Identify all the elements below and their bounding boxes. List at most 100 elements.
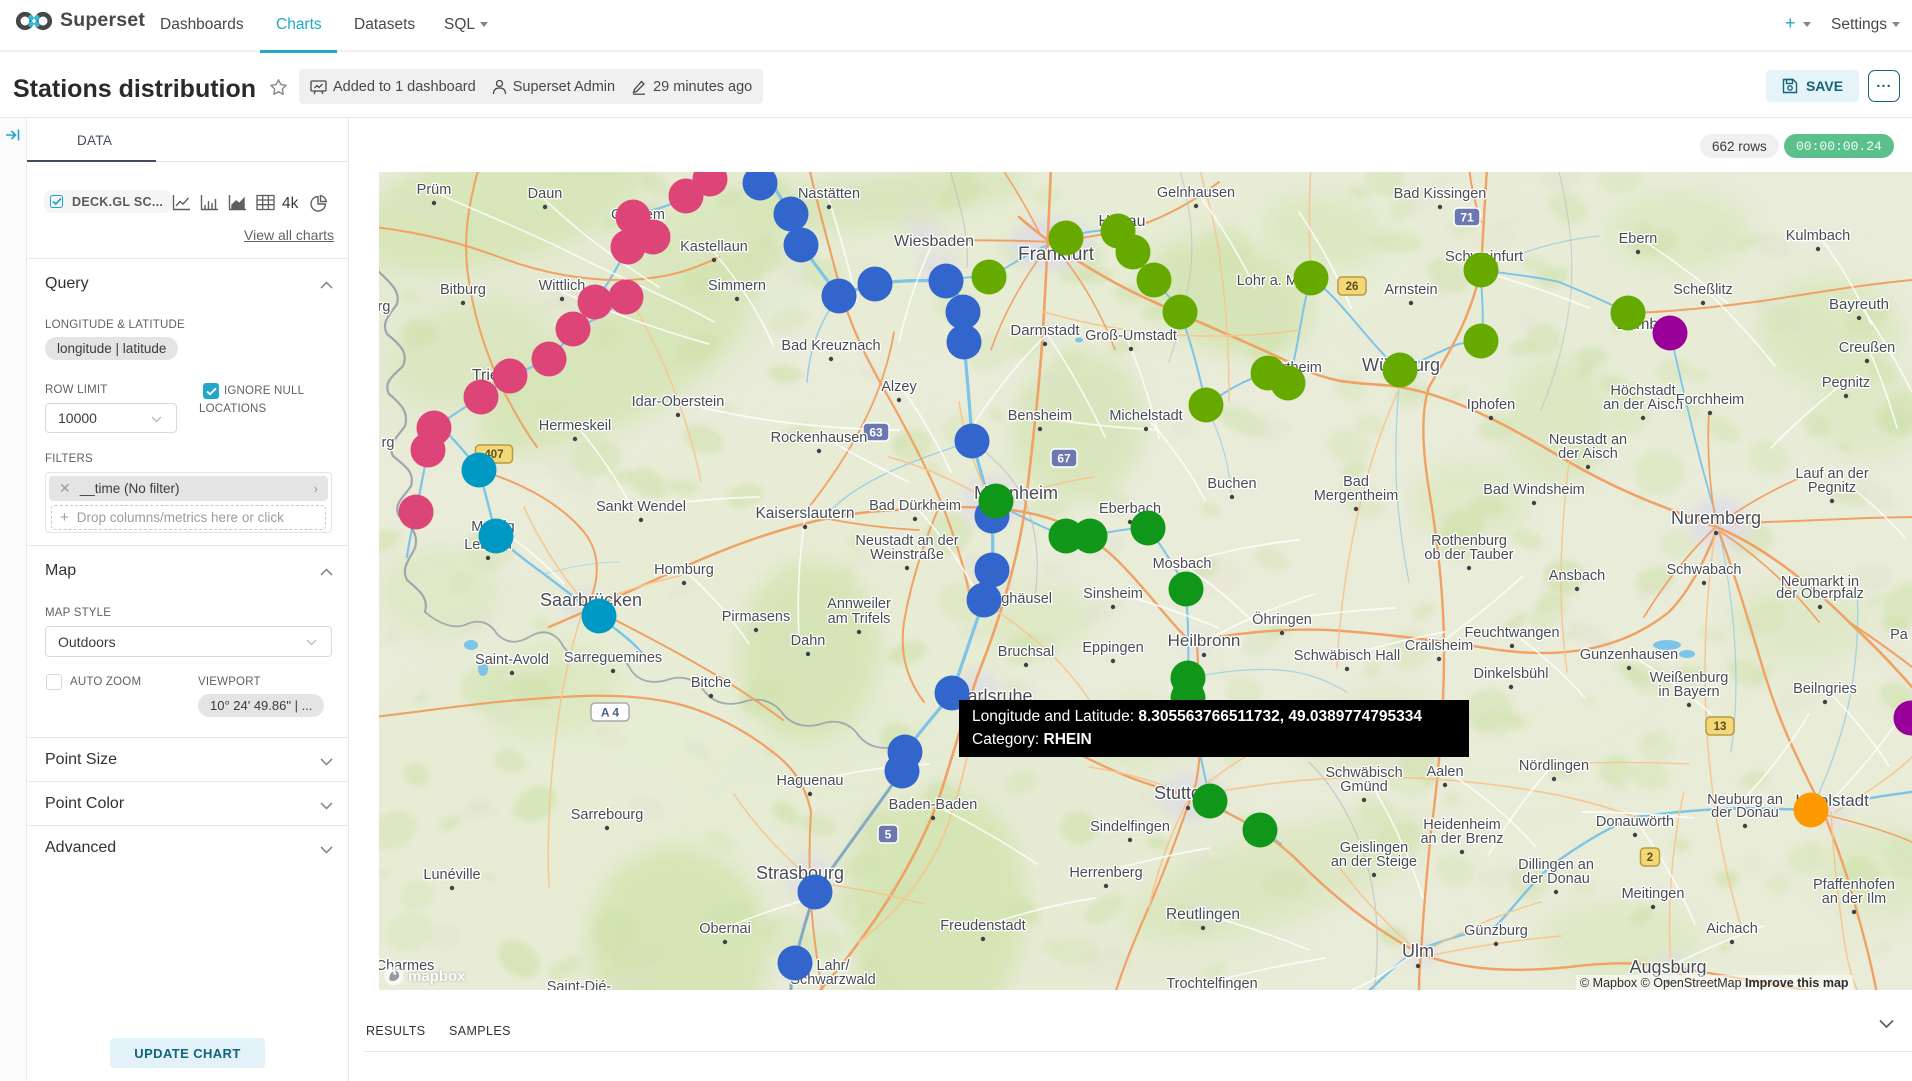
svg-text:Nördlingen: Nördlingen xyxy=(1519,758,1589,774)
svg-text:13: 13 xyxy=(1714,721,1727,733)
svg-text:Gelnhausen: Gelnhausen xyxy=(1157,185,1235,201)
svg-text:Pa: Pa xyxy=(1890,627,1909,643)
svg-text:Wittlich: Wittlich xyxy=(539,278,586,294)
svg-text:Trochtelfingen: Trochtelfingen xyxy=(1166,976,1257,990)
svg-text:Rockenhausen: Rockenhausen xyxy=(771,430,868,446)
svg-text:der Donau: der Donau xyxy=(1711,805,1779,821)
svg-text:Kastellaun: Kastellaun xyxy=(680,239,748,255)
svg-text:Obernai: Obernai xyxy=(699,921,751,937)
svg-text:Bad Windsheim: Bad Windsheim xyxy=(1483,482,1585,498)
svg-text:Sindelfingen: Sindelfingen xyxy=(1090,819,1170,835)
svg-text:Öhringen: Öhringen xyxy=(1252,610,1312,628)
svg-text:Groß-Umstadt: Groß-Umstadt xyxy=(1085,328,1177,344)
svg-text:Meitingen: Meitingen xyxy=(1622,886,1685,902)
svg-text:der Oberpfalz: der Oberpfalz xyxy=(1776,586,1864,602)
svg-text:71: 71 xyxy=(1460,211,1474,225)
svg-text:Hermeskeil: Hermeskeil xyxy=(539,418,612,434)
svg-text:Gunzenhausen: Gunzenhausen xyxy=(1580,647,1678,663)
svg-text:Schwäbisch Hall: Schwäbisch Hall xyxy=(1294,648,1400,664)
svg-text:Bad Kissingen: Bad Kissingen xyxy=(1394,186,1487,202)
svg-text:Ulm: Ulm xyxy=(1402,941,1434,961)
svg-text:26: 26 xyxy=(1346,281,1359,293)
svg-text:Annweiler: Annweiler xyxy=(827,596,891,612)
svg-text:Baden-Baden: Baden-Baden xyxy=(889,797,978,813)
svg-text:Alzey: Alzey xyxy=(881,379,917,395)
svg-text:Buchen: Buchen xyxy=(1207,476,1256,492)
svg-text:der Donau: der Donau xyxy=(1522,871,1590,887)
svg-text:Augsburg: Augsburg xyxy=(1629,957,1706,977)
svg-text:Crailsheim: Crailsheim xyxy=(1405,638,1474,654)
svg-text:Sarreguemines: Sarreguemines xyxy=(564,650,662,666)
svg-text:Prüm: Prüm xyxy=(417,182,452,198)
svg-text:A 4: A 4 xyxy=(601,706,620,720)
svg-text:Daun: Daun xyxy=(528,186,563,202)
svg-text:ob der Tauber: ob der Tauber xyxy=(1424,547,1513,563)
svg-text:Kaiserslautern: Kaiserslautern xyxy=(755,505,854,522)
svg-text:Schwabach: Schwabach xyxy=(1667,562,1742,578)
svg-text:Sankt Wendel: Sankt Wendel xyxy=(596,499,686,515)
svg-text:Aalen: Aalen xyxy=(1426,764,1463,780)
svg-text:Freudenstadt: Freudenstadt xyxy=(940,918,1025,934)
svg-text:Iphofen: Iphofen xyxy=(1467,397,1515,413)
svg-text:Mergentheim: Mergentheim xyxy=(1314,488,1399,504)
svg-text:Gmünd: Gmünd xyxy=(1340,779,1388,795)
svg-text:Pirmasens: Pirmasens xyxy=(722,609,791,625)
svg-text:Saint-Avold: Saint-Avold xyxy=(475,652,549,668)
svg-text:Aichach: Aichach xyxy=(1706,921,1758,937)
svg-text:Wiesbaden: Wiesbaden xyxy=(894,233,974,250)
svg-text:Herrenberg: Herrenberg xyxy=(1069,865,1142,881)
svg-text:63: 63 xyxy=(869,426,883,440)
svg-text:am Trifels: am Trifels xyxy=(828,611,891,627)
svg-text:Pegnitz: Pegnitz xyxy=(1822,375,1870,391)
svg-text:Sinsheim: Sinsheim xyxy=(1083,586,1143,602)
svg-text:Weinstraße: Weinstraße xyxy=(870,547,944,563)
svg-text:an der Steige: an der Steige xyxy=(1331,854,1417,870)
svg-text:Bitburg: Bitburg xyxy=(440,282,486,298)
svg-text:Nastätten: Nastätten xyxy=(798,186,860,202)
svg-text:Bensheim: Bensheim xyxy=(1008,408,1072,424)
svg-text:Creußen: Creußen xyxy=(1839,340,1895,356)
svg-text:Ansbach: Ansbach xyxy=(1549,568,1605,584)
svg-text:Homburg: Homburg xyxy=(654,562,714,578)
svg-text:5: 5 xyxy=(885,828,892,842)
svg-text:Bad Kreuznach: Bad Kreuznach xyxy=(781,338,880,354)
svg-text:Forchheim: Forchheim xyxy=(1676,392,1745,408)
svg-text:Donauwörth: Donauwörth xyxy=(1596,814,1674,830)
svg-text:in Bayern: in Bayern xyxy=(1658,684,1719,700)
svg-text:Scheßlitz: Scheßlitz xyxy=(1673,282,1733,298)
svg-text:Reutlingen: Reutlingen xyxy=(1166,906,1240,923)
svg-text:Ebern: Ebern xyxy=(1619,231,1658,247)
svg-text:Kulmbach: Kulmbach xyxy=(1786,228,1850,244)
svg-text:an der Ilm: an der Ilm xyxy=(1822,891,1886,907)
svg-text:Mosbach: Mosbach xyxy=(1153,556,1212,572)
svg-text:Sarrebourg: Sarrebourg xyxy=(571,807,644,823)
svg-text:67: 67 xyxy=(1057,452,1071,466)
svg-text:Simmern: Simmern xyxy=(708,278,766,294)
svg-text:Idar-Oberstein: Idar-Oberstein xyxy=(632,394,725,410)
svg-text:Feuchtwangen: Feuchtwangen xyxy=(1464,625,1559,641)
svg-text:rg: rg xyxy=(379,299,390,315)
svg-text:Arnstein: Arnstein xyxy=(1384,282,1437,298)
svg-text:der Aisch: der Aisch xyxy=(1558,446,1618,462)
svg-text:Heilbronn: Heilbronn xyxy=(1168,631,1241,650)
svg-text:Bruchsal: Bruchsal xyxy=(998,644,1054,660)
svg-text:Michelstadt: Michelstadt xyxy=(1109,408,1182,424)
svg-text:Dinkelsbühl: Dinkelsbühl xyxy=(1474,666,1549,682)
svg-text:Beilngries: Beilngries xyxy=(1793,681,1857,697)
svg-text:Lunéville: Lunéville xyxy=(423,867,480,883)
svg-text:Saint-Dié-: Saint-Dié- xyxy=(547,979,612,990)
svg-text:Bad Dürkheim: Bad Dürkheim xyxy=(869,498,961,514)
svg-text:Strasbourg: Strasbourg xyxy=(756,863,844,883)
svg-text:Eppingen: Eppingen xyxy=(1082,640,1143,656)
svg-text:Bayreuth: Bayreuth xyxy=(1829,296,1889,313)
svg-text:rg: rg xyxy=(382,435,395,451)
svg-text:an der Aisch: an der Aisch xyxy=(1603,397,1683,413)
svg-text:Bitche: Bitche xyxy=(691,675,731,691)
svg-text:Günzburg: Günzburg xyxy=(1464,923,1528,939)
svg-text:2: 2 xyxy=(1647,852,1653,864)
svg-text:Nuremberg: Nuremberg xyxy=(1671,508,1761,528)
svg-text:Pegnitz: Pegnitz xyxy=(1808,480,1856,496)
svg-text:an der Brenz: an der Brenz xyxy=(1420,831,1503,847)
svg-text:Haguenau: Haguenau xyxy=(777,773,844,789)
svg-text:Darmstadt: Darmstadt xyxy=(1010,322,1080,339)
